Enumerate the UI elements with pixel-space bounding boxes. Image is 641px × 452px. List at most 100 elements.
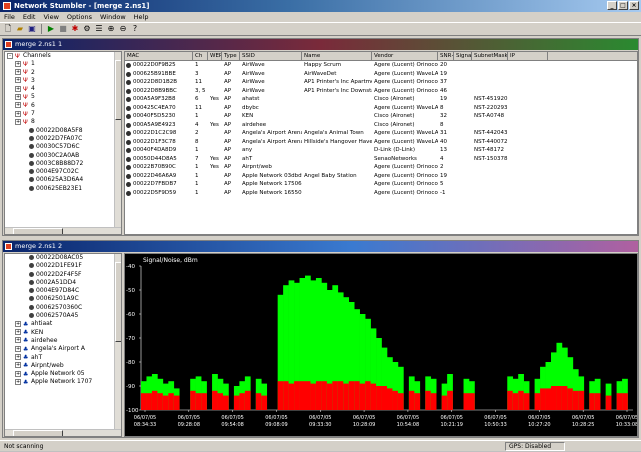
tree-item-ssid[interactable]: + ♣ ahT	[5, 354, 121, 362]
expand-icon[interactable]: +	[15, 93, 21, 100]
table-row[interactable]: 00022D1F3C78 8 AP Angela's Airport Arena Hil…	[125, 138, 637, 147]
tree-item-mac[interactable]: 00062501A9C	[5, 295, 121, 303]
menu-view[interactable]: View	[43, 12, 58, 22]
table-row[interactable]: 00022D8D1B2B 11 AP AirWave AP1 Printer's Inc…	[125, 78, 637, 87]
tree-item-mac[interactable]: 00022D7FA07C	[5, 135, 121, 143]
table-row[interactable]: 000A5A9E4923 4 Yes AP airdehee Cisco (Aironet…	[125, 121, 637, 130]
expand-icon[interactable]: +	[15, 69, 21, 76]
menu-file[interactable]: File	[4, 12, 15, 22]
column-header[interactable]: Type	[222, 52, 240, 60]
options-icon[interactable]: ⚙	[82, 24, 92, 34]
tree-item-mac[interactable]: 00022D1FE91F	[5, 262, 121, 270]
table-row[interactable]: 00022D7FBDB7 1 AP Apple Network 175067 Agere…	[125, 180, 637, 189]
tree-item-mac[interactable]: 0004E97C02C	[5, 168, 121, 176]
tree-item-mac[interactable]: 00062570360C	[5, 304, 121, 312]
tree-item-mac[interactable]: 00030C57D6C	[5, 143, 121, 151]
zoom-out-icon[interactable]: ⊖	[118, 24, 128, 34]
column-header[interactable]: MAC	[125, 52, 193, 60]
play-icon[interactable]: ▶	[46, 24, 56, 34]
tree-item-channel[interactable]: + Ψ 2	[5, 69, 121, 77]
expand-icon[interactable]: +	[15, 362, 21, 369]
tree-item-channel[interactable]: + Ψ 1	[5, 60, 121, 68]
tree-item-mac[interactable]: 00022D2F4F5F	[5, 271, 121, 279]
tree-item-channels[interactable]: - Ψ Channels	[5, 52, 121, 60]
minimize-button[interactable]: _	[607, 1, 617, 10]
column-header[interactable]: Signal+	[454, 52, 472, 60]
expand-icon[interactable]: +	[15, 378, 21, 385]
channel-tree[interactable]: - Ψ Channels + Ψ 1 + Ψ 2 + Ψ 3 + Ψ 4 + Ψ 5 + Ψ 6 + Ψ 7 + Ψ 8 00022D…	[4, 51, 122, 235]
maximize-button[interactable]: □	[618, 1, 628, 10]
stop-icon[interactable]: ■	[58, 24, 68, 34]
open-icon[interactable]: ▰	[15, 24, 25, 34]
collapse-icon[interactable]: -	[7, 52, 13, 59]
tree-item-mac[interactable]: 0003C8B88D72	[5, 160, 121, 168]
tree-item-ssid[interactable]: + ♣ Airpnt/web	[5, 362, 121, 370]
tree-horizontal-scrollbar[interactable]	[5, 429, 121, 436]
tree-item-ssid[interactable]: + ♣ Apple Network 1707	[5, 378, 121, 386]
tree-item-ssid[interactable]: + ♣ ahtiaat	[5, 320, 121, 328]
expand-icon[interactable]: +	[15, 337, 21, 344]
tree-item-mac[interactable]: 000625EB23E1	[5, 185, 121, 193]
column-header[interactable]: Ch	[193, 52, 208, 60]
tree-item-channel[interactable]: + Ψ 5	[5, 93, 121, 101]
tree-item-mac[interactable]: 0002A51DD4	[5, 279, 121, 287]
tree-item-channel[interactable]: + Ψ 3	[5, 77, 121, 85]
expand-icon[interactable]: +	[15, 110, 21, 117]
column-header[interactable]: Name	[302, 52, 372, 60]
list-icon[interactable]: ☰	[94, 24, 104, 34]
tree-item-mac[interactable]: 00022D08AC05	[5, 254, 121, 262]
tree-item-mac[interactable]: 00062570A45	[5, 312, 121, 320]
expand-icon[interactable]: +	[15, 77, 21, 84]
table-row[interactable]: 00022B70B90C 1 Yes AP Airpnt/web Agere (Lucen…	[125, 163, 637, 172]
tree-item-ssid[interactable]: + ♣ Angela's Airport A	[5, 345, 121, 353]
tree-item-channel[interactable]: + Ψ 7	[5, 110, 121, 118]
table-row[interactable]: 00022D1C2C98 2 AP Angela's Airport Arena Ang…	[125, 129, 637, 138]
tree-vertical-scrollbar[interactable]	[114, 254, 121, 436]
expand-icon[interactable]: +	[15, 320, 21, 327]
menu-edit[interactable]: Edit	[23, 12, 36, 22]
expand-icon[interactable]: +	[15, 118, 21, 125]
zoom-in-icon[interactable]: ⊕	[106, 24, 116, 34]
column-header[interactable]: IP	[508, 52, 548, 60]
expand-icon[interactable]: +	[15, 85, 21, 92]
column-header[interactable]: SNR+	[438, 52, 454, 60]
expand-icon[interactable]: +	[15, 345, 21, 352]
table-row[interactable]: 00022D46A6A9 1 AP Apple Network 03dbdf Angel…	[125, 172, 637, 181]
table-row[interactable]: 00050D44D8A5 7 Yes AP ahT SenaoNetworks 4 NST-1…	[125, 155, 637, 164]
tree-item-mac[interactable]: 00030C2A0AB	[5, 152, 121, 160]
ssid-tree[interactable]: 00022D08AC05 00022D1FE91F 00022D2F4F5F 0002…	[4, 253, 122, 437]
tree-item-ssid[interactable]: + ♣ KEN	[5, 329, 121, 337]
table-row[interactable]: 00040F4DA8D9 1 AP any D-Link (D-Link) 13 NST-4…	[125, 146, 637, 155]
table-row[interactable]: 000625B91BBE 3 AP AirWave AirWaveDet Agere (L…	[125, 70, 637, 79]
tree-item-ssid[interactable]: + ♣ airdehee	[5, 337, 121, 345]
table-row[interactable]: 00022D8B9BBC 3, 5 AP AirWave AP1 Printer's I…	[125, 87, 637, 96]
scan-icon[interactable]: ✱	[70, 24, 80, 34]
table-row[interactable]: 00022D5F9D59 1 AP Apple Network 16550 Agere …	[125, 189, 637, 198]
tree-item-channel[interactable]: + Ψ 8	[5, 118, 121, 126]
tree-vertical-scrollbar[interactable]	[114, 52, 121, 234]
column-header[interactable]: Vendor	[372, 52, 438, 60]
expand-icon[interactable]: +	[15, 102, 21, 109]
tree-item-channel[interactable]: + Ψ 4	[5, 85, 121, 93]
table-row[interactable]: 00022D0F9B25 1 AP AirWave Happy Scrum Agere (…	[125, 61, 637, 70]
tree-item-channel[interactable]: + Ψ 6	[5, 102, 121, 110]
tree-horizontal-scrollbar[interactable]	[5, 227, 121, 234]
expand-icon[interactable]: +	[15, 329, 21, 336]
new-icon[interactable]: 🗋	[3, 24, 13, 34]
tree-item-mac[interactable]: 0004E97D84C	[5, 287, 121, 295]
menu-help[interactable]: Help	[134, 12, 149, 22]
save-icon[interactable]: ▣	[27, 24, 37, 34]
expand-icon[interactable]: +	[15, 60, 21, 67]
help-icon[interactable]: ?	[130, 24, 140, 34]
column-header[interactable]: WEP	[208, 52, 222, 60]
menu-options[interactable]: Options	[67, 12, 92, 22]
tree-item-mac[interactable]: 00022D08A5F8	[5, 127, 121, 135]
tree-item-mac[interactable]: 000625A3D6A4	[5, 176, 121, 184]
table-row[interactable]: 00040F5D5230 1 AP KEN Cisco (Aironet) 32 NST-A…	[125, 112, 637, 121]
expand-icon[interactable]: +	[15, 354, 21, 361]
expand-icon[interactable]: +	[15, 370, 21, 377]
menu-window[interactable]: Window	[100, 12, 126, 22]
column-header[interactable]: SSID	[240, 52, 302, 60]
tree-item-ssid[interactable]: + ♣ Apple Network 05	[5, 370, 121, 378]
table-row[interactable]: 000425C4EA70 11 AP dbybc Agere (Lucent) Wave…	[125, 104, 637, 113]
